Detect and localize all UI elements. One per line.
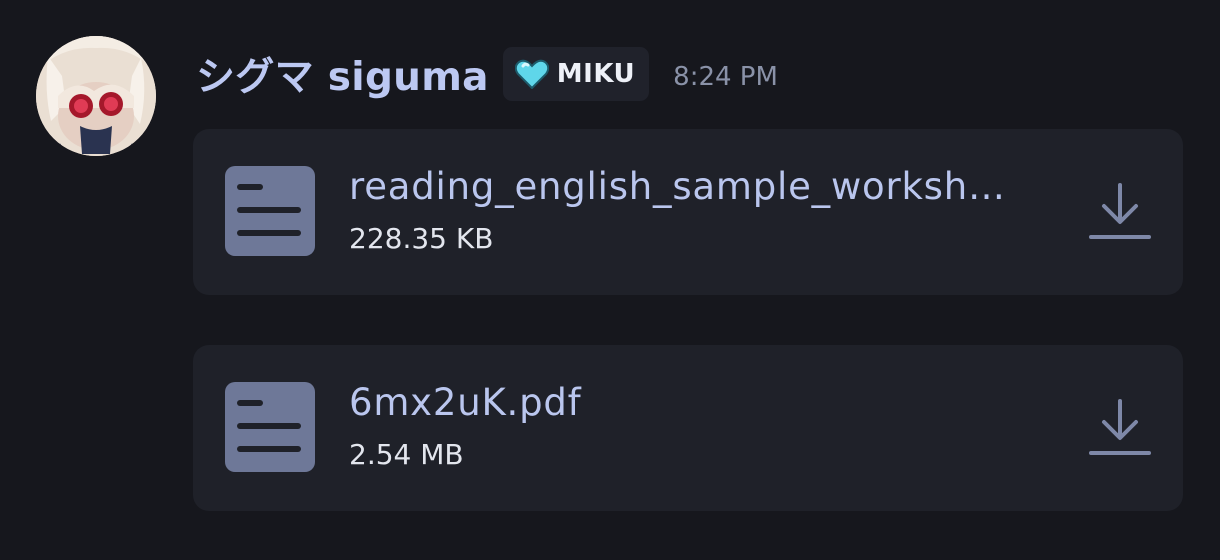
download-button[interactable]	[1085, 395, 1155, 465]
badge-label: MIKU	[556, 59, 636, 89]
file-attachment-card[interactable]: reading_english_sample_worksh… 228.35 KB	[193, 129, 1183, 295]
file-name-link[interactable]: reading_english_sample_worksh…	[349, 165, 1069, 208]
file-attachment-card[interactable]: 6mx2uK.pdf 2.54 MB	[193, 345, 1183, 511]
cyan-heart-icon	[514, 59, 549, 89]
message-timestamp: 8:24 PM	[673, 62, 778, 92]
role-badge[interactable]: MIKU	[502, 47, 650, 101]
username[interactable]: シグマ siguma	[196, 46, 489, 102]
avatar-image	[36, 36, 156, 156]
download-icon	[1089, 399, 1151, 455]
file-size: 2.54 MB	[349, 438, 464, 471]
file-size: 228.35 KB	[349, 222, 494, 255]
file-name-link[interactable]: 6mx2uK.pdf	[349, 381, 1069, 424]
download-button[interactable]	[1085, 179, 1155, 249]
document-icon	[225, 382, 315, 472]
download-icon	[1089, 183, 1151, 239]
document-icon	[225, 166, 315, 256]
user-avatar[interactable]	[36, 36, 156, 156]
message-header: シグマ siguma MIKU 8:24 PM	[196, 40, 778, 108]
